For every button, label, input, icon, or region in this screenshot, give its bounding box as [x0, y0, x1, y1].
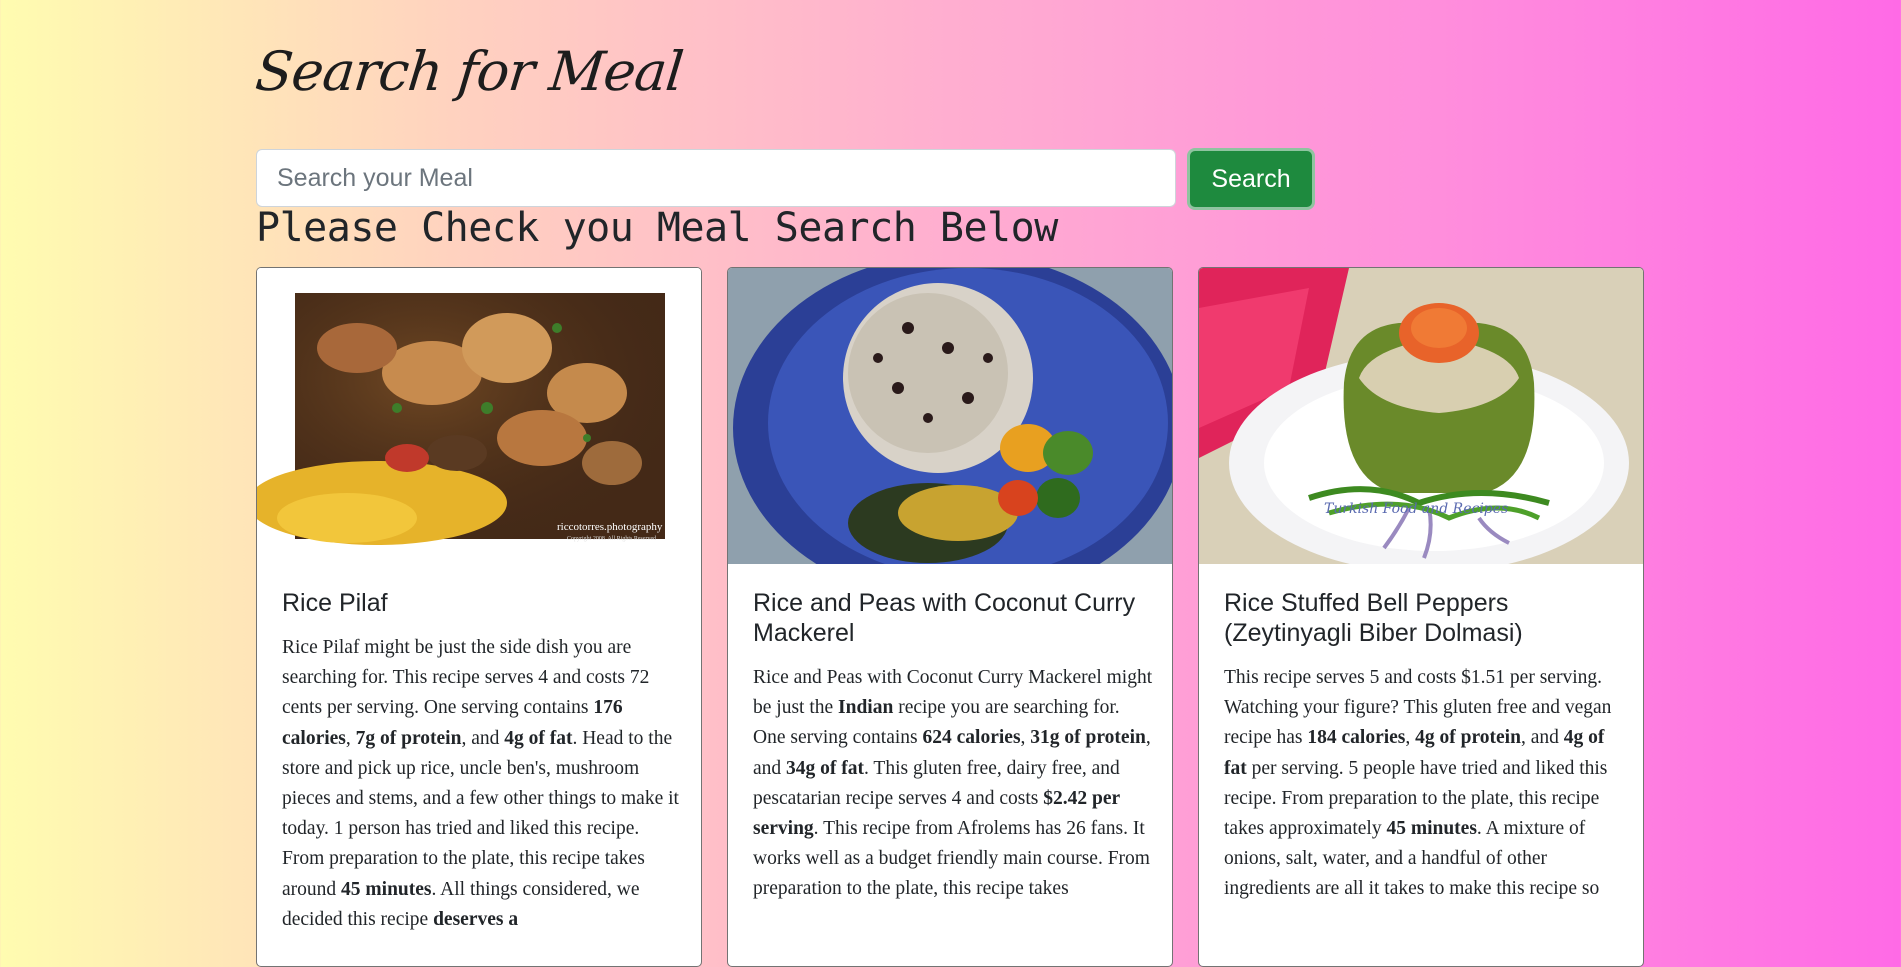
meal-card[interactable]: Turkish Food and Recipes Rice Stuffed Be…: [1198, 267, 1644, 967]
photo-copyright: Copyright 2008. All Rights Reserved: [567, 536, 656, 542]
meal-summary: Rice and Peas with Coconut Curry Mackere…: [753, 667, 1153, 900]
meal-summary: This recipe serves 5 and costs $1.51 per…: [1224, 667, 1612, 900]
meal-summary: Rice Pilaf might be just the side dish y…: [282, 637, 679, 930]
meal-photo: riccotorres.photography Copyright 2008. …: [257, 268, 701, 564]
photo-watermark: riccotorres.photography: [557, 521, 663, 533]
search-button[interactable]: Search: [1187, 148, 1315, 210]
search-input[interactable]: [256, 149, 1176, 207]
meal-photo: [728, 268, 1172, 564]
photo-watermark: Turkish Food and Recipes: [1324, 501, 1508, 517]
page-title: Search for Meal: [252, 40, 686, 103]
meal-title[interactable]: Rice Pilaf: [282, 588, 682, 618]
meal-card[interactable]: riccotorres.photography Copyright 2008. …: [256, 267, 702, 967]
meal-image-rice-pilaf[interactable]: riccotorres.photography Copyright 2008. …: [257, 268, 701, 564]
results-heading: Please Check you Meal Search Below: [256, 205, 1058, 251]
meal-title[interactable]: Rice and Peas with Coconut Curry Mackere…: [753, 588, 1153, 648]
meal-image-rice-and-peas[interactable]: [728, 268, 1172, 564]
search-bar: Search: [256, 148, 1316, 210]
meal-photo: Turkish Food and Recipes: [1199, 268, 1643, 564]
meal-card[interactable]: Rice and Peas with Coconut Curry Mackere…: [727, 267, 1173, 967]
meal-image-stuffed-peppers[interactable]: Turkish Food and Recipes: [1199, 268, 1643, 564]
meal-title[interactable]: Rice Stuffed Bell Peppers (Zeytinyagli B…: [1224, 588, 1624, 648]
